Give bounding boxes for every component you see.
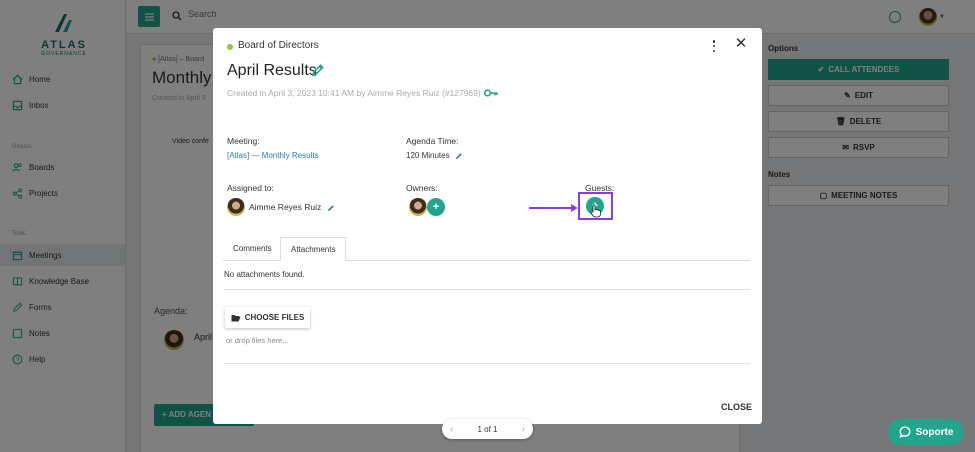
arrow-annotation-icon	[529, 204, 578, 212]
plus-icon: +	[432, 200, 440, 213]
drop-zone-hint[interactable]: or drop files here...	[226, 336, 289, 345]
pager-text: 1 of 1	[477, 424, 498, 434]
chevron-right-icon[interactable]: ›	[522, 424, 525, 435]
edit-assignee-icon[interactable]	[327, 204, 335, 212]
owners-label: Owners:	[406, 183, 438, 193]
status-dot	[227, 44, 233, 50]
more-options-icon[interactable]	[710, 39, 718, 53]
agenda-time-field: 120 Minutes	[406, 151, 463, 160]
chat-bubble-icon	[898, 426, 911, 438]
agenda-item-modal: Board of Directors ✕ April Results Creat…	[213, 28, 762, 424]
edit-title-icon[interactable]	[311, 63, 325, 77]
choose-files-button[interactable]: CHOOSE FILES	[225, 307, 310, 328]
tab-bar: Comments Attachments	[223, 237, 750, 261]
agenda-time-value: 120 Minutes	[406, 151, 450, 160]
agenda-time-label: Agenda Time:	[406, 136, 459, 146]
chevron-left-icon[interactable]: ‹	[450, 424, 453, 435]
close-icon[interactable]: ✕	[734, 36, 748, 52]
assigned-label: Assigned to:	[227, 183, 274, 193]
button-label: CHOOSE FILES	[244, 313, 305, 322]
meeting-label: Meeting:	[227, 136, 260, 146]
folder-open-icon	[231, 314, 241, 321]
add-owner-button[interactable]: +	[427, 198, 445, 216]
pointer-cursor-icon	[590, 204, 601, 218]
key-icon	[484, 89, 498, 97]
tab-attachments[interactable]: Attachments	[280, 237, 347, 261]
tab-comments[interactable]: Comments	[223, 237, 282, 261]
modal-title: April Results	[227, 62, 317, 79]
created-info: Created in April 3, 2023 10:41 AM by Aim…	[227, 88, 481, 98]
divider	[223, 363, 750, 364]
owner-avatar	[409, 198, 427, 216]
divider	[223, 289, 750, 290]
edit-time-icon[interactable]	[455, 152, 463, 160]
assignee-field: Aimme Reyes Ruiz	[249, 202, 335, 212]
close-button[interactable]: CLOSE	[721, 402, 752, 412]
assignee-name: Aimme Reyes Ruiz	[249, 202, 322, 212]
support-chat-button[interactable]: Soporte	[888, 419, 964, 445]
pager: ‹ 1 of 1 ›	[442, 419, 533, 439]
support-label: Soporte	[915, 426, 954, 438]
modal-board-name: Board of Directors	[238, 40, 319, 51]
meeting-link[interactable]: [Atlas] — Monthly Results	[227, 151, 319, 160]
empty-attachments-text: No attachments found.	[224, 270, 305, 279]
assignee-avatar	[227, 198, 245, 216]
